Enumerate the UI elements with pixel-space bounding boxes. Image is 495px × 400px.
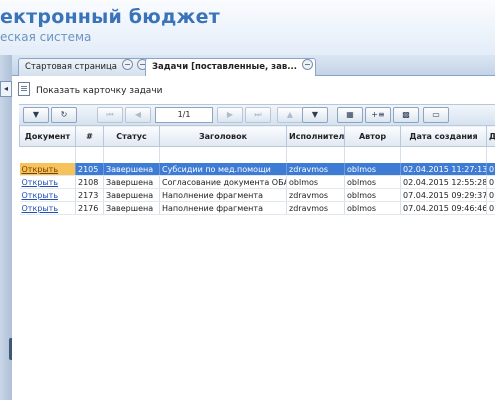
- cell-executor: oblmos: [286, 175, 345, 189]
- column-header-created[interactable]: Дата создания: [400, 125, 487, 147]
- cell-created: 02.04.2015 11:27:13: [400, 163, 487, 176]
- cell-number: 2173: [75, 188, 104, 202]
- open-document-link[interactable]: Открыть: [22, 191, 59, 200]
- table-filter-row: [19, 146, 495, 163]
- cell-author: oblmos: [344, 201, 401, 215]
- app-header: ектронный бюджет еская система: [0, 0, 495, 55]
- cell-extra: 0: [486, 201, 495, 215]
- cell-created: 07.04.2015 09:29:37: [400, 188, 487, 202]
- column-header-extra[interactable]: Д: [486, 125, 495, 147]
- table-row[interactable]: Открыть 2105 Завершена Субсидии по мед.п…: [19, 163, 495, 176]
- open-document-link[interactable]: Открыть: [22, 165, 59, 174]
- cell-number: 2108: [75, 175, 104, 189]
- column-header-document[interactable]: Документ: [19, 125, 76, 147]
- column-header-status[interactable]: Статус: [103, 125, 160, 147]
- table-header-row: Документ # Статус Заголовок Исполнител А…: [19, 125, 495, 147]
- sort-up-button[interactable]: ▲: [277, 107, 303, 123]
- cell-status: Завершена: [103, 201, 160, 215]
- filter-button[interactable]: ▼: [23, 107, 49, 123]
- show-task-card-label: Показать карточку задачи: [36, 86, 163, 96]
- cell-number: 2105: [75, 163, 104, 176]
- cell-author: oblmos: [344, 175, 401, 189]
- table-row[interactable]: Открыть 2173 Завершена Наполнение фрагме…: [19, 188, 495, 202]
- open-document-link[interactable]: Открыть: [22, 178, 59, 187]
- tasks-table: Документ # Статус Заголовок Исполнител А…: [19, 125, 495, 215]
- grid-toolbar: ▼ ↻ ⏮ ◀ 1/1 ▶ ⏭ ▲ ▼ ▦ +≡ ▩ ▭: [19, 104, 495, 126]
- tab-tasks[interactable]: Задачи [поставленные, зав...: [145, 58, 316, 77]
- column-header-author[interactable]: Автор: [344, 125, 401, 147]
- cell-created: 02.04.2015 12:55:28: [400, 175, 487, 189]
- app-subtitle: еская система: [0, 30, 92, 44]
- tab-bar: Стартовая страница Задачи [поставленные,…: [12, 55, 495, 77]
- first-page-button[interactable]: ⏮: [97, 107, 123, 123]
- sort-down-button[interactable]: ▼: [302, 107, 328, 123]
- cell-executor: zdravmos: [286, 201, 345, 215]
- comment-button[interactable]: ▭: [423, 107, 449, 123]
- cell-status: Завершена: [103, 175, 160, 189]
- cell-title: Субсидии по мед.помощи: [159, 163, 287, 176]
- cell-executor: zdravmos: [286, 163, 345, 176]
- cell-title: Наполнение фрагмента: [159, 201, 287, 215]
- cell-title: Наполнение фрагмента: [159, 188, 287, 202]
- column-header-executor[interactable]: Исполнител: [286, 125, 345, 147]
- cell-author: oblmos: [344, 188, 401, 202]
- tab-start-page[interactable]: Стартовая страница: [18, 58, 151, 76]
- collapse-panel-button[interactable]: ◂: [0, 81, 12, 97]
- tab-label: Стартовая страница: [25, 62, 117, 72]
- add-task-button[interactable]: +≡: [365, 107, 391, 123]
- column-header-number[interactable]: #: [75, 125, 104, 147]
- tasks-panel: Показать карточку задачи ▼ ↻ ⏮ ◀ 1/1 ▶ ⏭…: [12, 76, 495, 400]
- prev-page-button[interactable]: ◀: [125, 107, 151, 123]
- open-document-link[interactable]: Открыть: [22, 204, 59, 213]
- export-button[interactable]: ▩: [393, 107, 419, 123]
- cell-number: 2176: [75, 201, 104, 215]
- table-row[interactable]: Открыть 2108 Завершена Согласование доку…: [19, 175, 495, 189]
- minimize-tab-icon[interactable]: [301, 59, 313, 70]
- column-header-title[interactable]: Заголовок: [159, 125, 287, 147]
- table-row[interactable]: Открыть 2176 Завершена Наполнение фрагме…: [19, 201, 495, 215]
- page-indicator: 1/1: [155, 107, 213, 123]
- cell-status: Завершена: [103, 188, 160, 202]
- cell-title: Согласование документа ОБАС: [159, 175, 287, 189]
- next-page-button[interactable]: ▶: [217, 107, 243, 123]
- minimize-tab-icon[interactable]: [121, 59, 133, 70]
- show-task-card-button[interactable]: Показать карточку задачи: [18, 82, 163, 96]
- cell-extra: 0: [486, 175, 495, 189]
- cell-created: 07.04.2015 09:46:46: [400, 201, 487, 215]
- task-card-icon: [18, 82, 30, 96]
- app-title: ектронный бюджет: [0, 6, 220, 28]
- refresh-button[interactable]: ↻: [51, 107, 77, 123]
- columns-button[interactable]: ▦: [337, 107, 363, 123]
- last-page-button[interactable]: ⏭: [245, 107, 271, 123]
- cell-extra: 0: [486, 163, 495, 176]
- cell-status: Завершена: [103, 163, 160, 176]
- cell-executor: zdravmos: [286, 188, 345, 202]
- cell-author: oblmos: [344, 163, 401, 176]
- tab-label: Задачи [поставленные, зав...: [152, 62, 297, 72]
- cell-extra: 0: [486, 188, 495, 202]
